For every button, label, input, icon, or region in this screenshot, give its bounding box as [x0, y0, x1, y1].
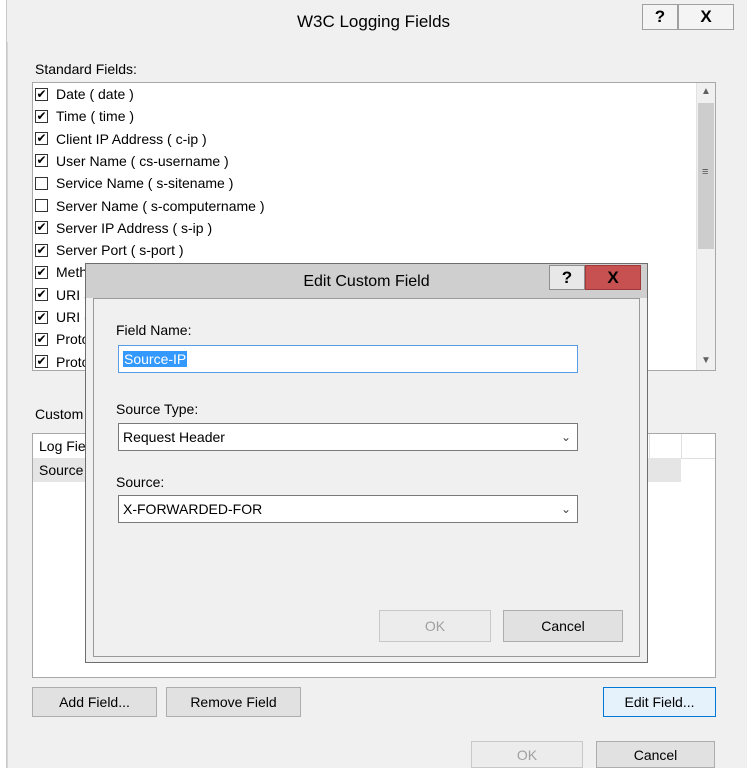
- checkbox-checked-icon[interactable]: ✔: [35, 332, 48, 346]
- outer-cancel-button[interactable]: Cancel: [596, 741, 715, 768]
- checkbox-checked-icon[interactable]: ✔: [35, 243, 48, 257]
- checkbox-unchecked-icon[interactable]: [35, 176, 48, 190]
- standard-field-item[interactable]: ✔ Date ( date ): [35, 83, 134, 105]
- outer-help-button[interactable]: ?: [642, 4, 678, 30]
- checkbox-checked-icon[interactable]: ✔: [35, 109, 48, 123]
- checkbox-checked-icon[interactable]: ✔: [35, 221, 48, 235]
- standard-field-item[interactable]: ✔ URI (: [35, 306, 89, 328]
- outer-dialog-title: W3C Logging Fields: [296, 12, 451, 31]
- standard-field-label: Time ( time ): [56, 108, 135, 125]
- standard-field-item[interactable]: ✔ User Name ( cs-username ): [35, 150, 229, 172]
- modal-help-button[interactable]: ?: [549, 265, 585, 290]
- background-window-edge: [0, 0, 7, 768]
- checkbox-checked-icon[interactable]: ✔: [35, 154, 48, 168]
- custom-row-name: Source: [39, 462, 84, 478]
- standard-field-label: URI (: [56, 309, 89, 325]
- standard-field-item[interactable]: ✔ Time ( time ): [35, 105, 134, 127]
- modal-ok-button[interactable]: OK: [379, 610, 491, 642]
- modal-body: Field Name: Source-IP Source Type: Reque…: [93, 298, 640, 657]
- standard-fields-scrollbar[interactable]: ▲ ≡ ▼: [696, 83, 715, 370]
- standard-field-item[interactable]: ✔ Server IP Address ( s-ip ): [35, 217, 212, 239]
- remove-field-button[interactable]: Remove Field: [166, 687, 301, 717]
- edit-field-button[interactable]: Edit Field...: [603, 687, 716, 717]
- edit-custom-field-dialog: Edit Custom Field ? X Field Name: Source…: [85, 263, 648, 663]
- checkbox-checked-icon[interactable]: ✔: [35, 288, 48, 302]
- chevron-down-icon: ⌄: [560, 430, 571, 444]
- standard-field-item[interactable]: ✔ Client IP Address ( c-ip ): [35, 128, 207, 150]
- chevron-down-icon: ⌄: [560, 502, 571, 516]
- checkbox-checked-icon[interactable]: ✔: [35, 265, 48, 279]
- standard-field-item[interactable]: ✔ Server Port ( s-port ): [35, 239, 184, 261]
- source-type-select[interactable]: Request Header ⌄: [118, 423, 578, 451]
- chevron-up-icon[interactable]: ▲: [697, 83, 715, 101]
- source-type-value: Request Header: [123, 429, 225, 445]
- checkbox-checked-icon[interactable]: ✔: [35, 87, 48, 101]
- checkbox-checked-icon[interactable]: ✔: [35, 355, 48, 369]
- custom-fields-label: Custom: [35, 406, 84, 422]
- column-divider: [649, 434, 650, 458]
- checkbox-checked-icon[interactable]: ✔: [35, 132, 48, 146]
- standard-field-label: Date ( date ): [56, 86, 134, 102]
- standard-field-label: Service Name ( s-sitename ): [56, 175, 234, 192]
- column-divider: [681, 434, 682, 458]
- standard-field-item[interactable]: ✔ Proto: [35, 351, 89, 370]
- standard-field-item[interactable]: Service Name ( s-sitename ): [35, 172, 233, 194]
- modal-cancel-button[interactable]: Cancel: [503, 610, 623, 642]
- standard-field-item[interactable]: Server Name ( s-computername ): [35, 195, 265, 217]
- modal-close-button[interactable]: X: [585, 265, 641, 290]
- chevron-down-icon[interactable]: ▼: [697, 352, 715, 370]
- checkbox-unchecked-icon[interactable]: [35, 199, 48, 212]
- outer-ok-button[interactable]: OK: [471, 741, 583, 768]
- source-value: X-FORWARDED-FOR: [123, 501, 263, 517]
- outer-close-button[interactable]: X: [678, 4, 734, 30]
- standard-field-label: Meth: [56, 264, 88, 281]
- source-select[interactable]: X-FORWARDED-FOR ⌄: [118, 495, 578, 523]
- standard-field-label: Client IP Address ( c-ip ): [56, 130, 207, 147]
- field-name-value: Source-IP: [123, 351, 188, 367]
- field-name-input[interactable]: Source-IP: [118, 345, 578, 373]
- source-label: Source:: [116, 474, 165, 490]
- standard-field-label: Server IP Address ( s-ip ): [56, 219, 213, 236]
- add-field-button[interactable]: Add Field...: [32, 687, 157, 717]
- standard-field-label: Server Name ( s-computername ): [56, 197, 265, 214]
- column-header-log-field[interactable]: Log Fie: [39, 438, 86, 454]
- checkbox-checked-icon[interactable]: ✔: [35, 310, 48, 324]
- standard-field-item[interactable]: ✔ Proto: [35, 328, 89, 350]
- scrollbar-thumb[interactable]: ≡: [698, 103, 714, 249]
- source-type-label: Source Type:: [116, 401, 199, 417]
- standard-field-label: User Name ( cs-username ): [56, 152, 229, 169]
- standard-fields-label: Standard Fields:: [35, 61, 137, 77]
- field-name-label: Field Name:: [116, 322, 192, 338]
- standard-field-label: Server Port ( s-port ): [56, 242, 184, 259]
- standard-field-item[interactable]: ✔ Meth: [35, 261, 87, 283]
